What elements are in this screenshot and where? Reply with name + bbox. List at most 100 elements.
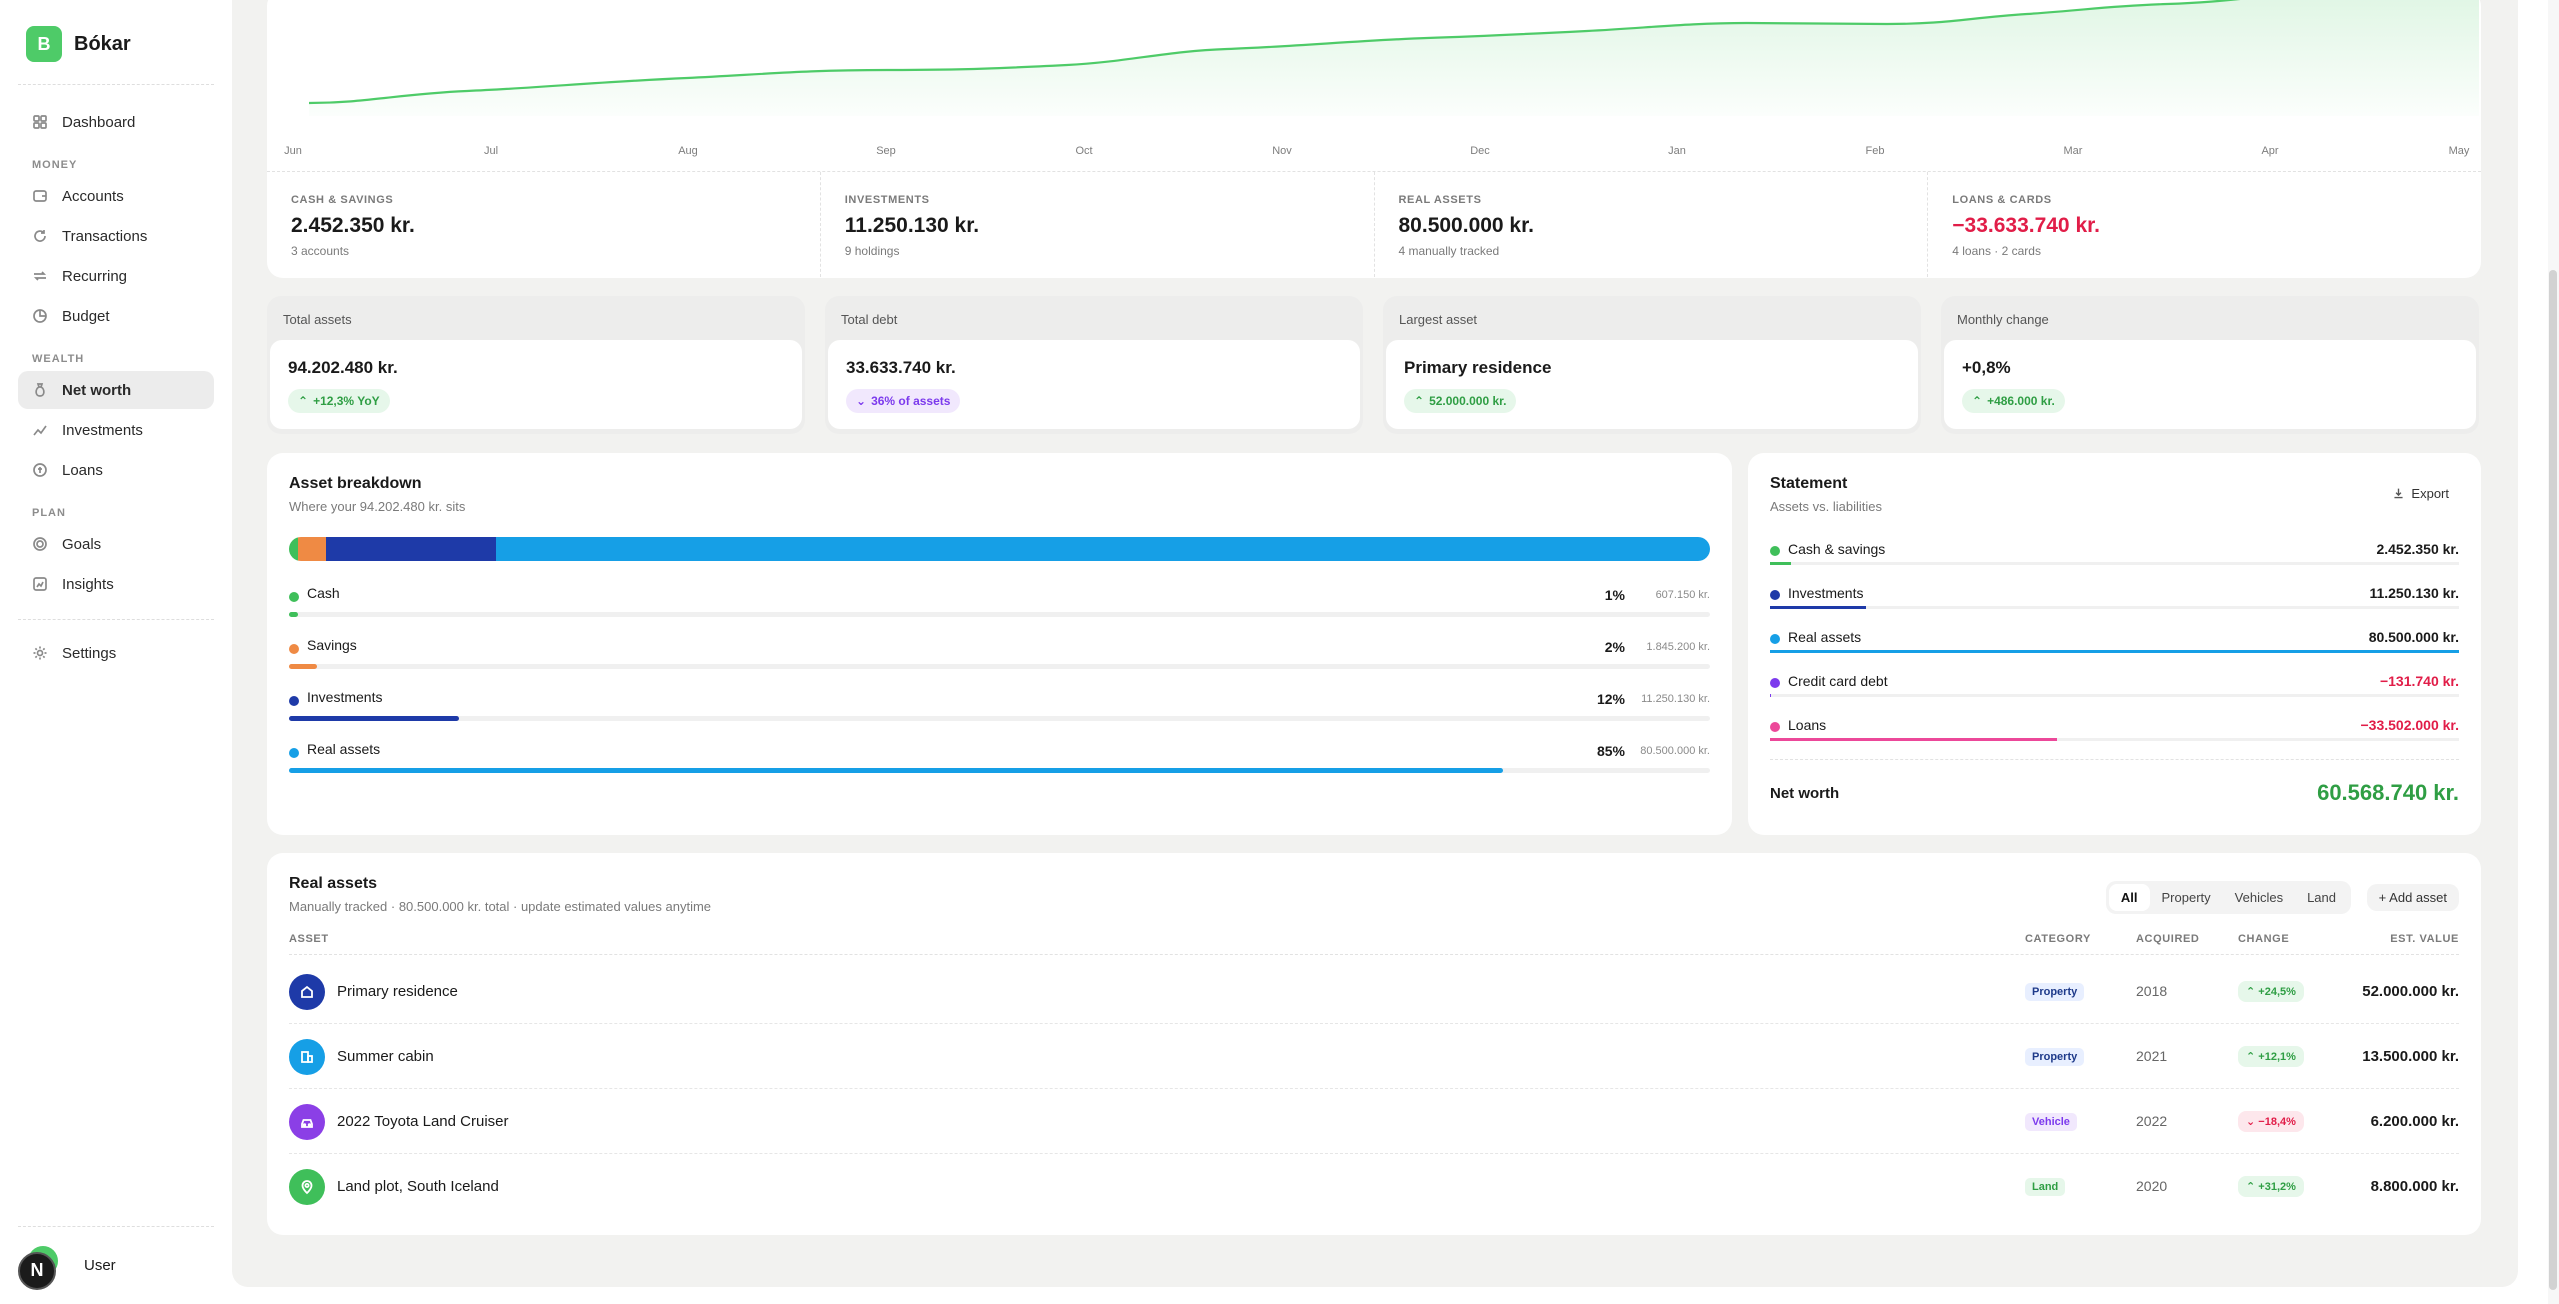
breakdown-percent: 2% — [1604, 639, 1625, 655]
nav-section-money: MONEY — [32, 159, 78, 171]
sidebar-item-label: Transactions — [62, 227, 148, 245]
summary-sub: 4 manually tracked — [1398, 244, 1500, 258]
net-worth-label: Net worth — [1770, 784, 1840, 802]
breakdown-row[interactable]: Investments 12% 11.250.130 kr. — [289, 689, 1710, 729]
sidebar-item-insights[interactable]: Insights — [18, 565, 214, 603]
chevron-up-icon: ⌃ — [298, 394, 309, 408]
kpi-label: Monthly change — [1957, 312, 2049, 327]
x-tick: Jan — [1668, 145, 1686, 157]
sidebar-item-label: Loans — [62, 461, 103, 479]
card-title: Statement — [1770, 475, 1848, 492]
filter-land[interactable]: Land — [2295, 884, 2348, 911]
trend-icon — [33, 425, 47, 436]
export-label: Export — [2411, 486, 2449, 501]
table-row[interactable]: Summer cabin Property 2021 ⌃ +12,1% 13.5… — [289, 1024, 2459, 1089]
summary-label: REAL ASSETS — [1398, 194, 1482, 206]
breakdown-row[interactable]: Real assets 85% 80.500.000 kr. — [289, 741, 1710, 781]
card-title: Asset breakdown — [289, 475, 422, 492]
x-tick: Apr — [2261, 145, 2279, 157]
kpi-label: Largest asset — [1399, 312, 1478, 327]
summary-investments: INVESTMENTS 11.250.130 kr. 9 holdings — [821, 172, 1375, 277]
coin-icon — [33, 463, 47, 477]
add-asset-label: Add asset — [2389, 890, 2447, 905]
table-row[interactable]: Primary residence Property 2018 ⌃ +24,5%… — [289, 959, 2459, 1024]
statement-value: 80.500.000 kr. — [2368, 629, 2459, 645]
scrollbar-thumb[interactable] — [2549, 270, 2557, 1290]
breakdown-name: Investments — [307, 689, 383, 705]
user-menu[interactable]: N User — [18, 1226, 214, 1290]
category-badge: Property — [2025, 983, 2085, 1001]
change-badge: ⌃ +31,2% — [2238, 1176, 2304, 1197]
sidebar-item-transactions[interactable]: Transactions — [18, 217, 214, 255]
statement-row[interactable]: Cash & savings 2.452.350 kr. — [1770, 541, 2459, 585]
filter-vehicles[interactable]: Vehicles — [2223, 884, 2295, 911]
statement-row[interactable]: Real assets 80.500.000 kr. — [1770, 629, 2459, 673]
breakdown-row[interactable]: Savings 2% 1.845.200 kr. — [289, 637, 1710, 677]
summary-sub: 4 loans · 2 cards — [1952, 244, 2041, 258]
real-assets-card: Real assets Manually tracked · 80.500.00… — [267, 853, 2481, 1235]
kpi-body: +0,8% ⌃ +486.000 kr. — [1944, 340, 2476, 429]
sidebar-item-dashboard[interactable]: Dashboard — [18, 103, 214, 141]
sidebar-item-budget[interactable]: Budget — [18, 297, 214, 335]
acquired-year: 2021 — [2136, 1048, 2168, 1064]
statement-row[interactable]: Investments 11.250.130 kr. — [1770, 585, 2459, 629]
column-acquired[interactable]: ACQUIRED — [2136, 933, 2199, 945]
sidebar-item-net-worth[interactable]: Net worth — [18, 371, 214, 409]
x-tick: Aug — [678, 145, 698, 157]
legend-dot — [289, 696, 299, 706]
export-button[interactable]: Export — [2382, 480, 2459, 507]
table-row[interactable]: 2022 Toyota Land Cruiser Vehicle 2022 ⌄ … — [289, 1089, 2459, 1154]
summary-loans-cards: LOANS & CARDS −33.633.740 kr. 4 loans · … — [1928, 172, 2481, 277]
map-pin-icon — [289, 1169, 325, 1205]
statement-row[interactable]: Credit card debt −131.740 kr. — [1770, 673, 2459, 717]
progress-fill — [1770, 606, 1867, 609]
sidebar-item-goals[interactable]: Goals — [18, 525, 214, 563]
sidebar-item-label: Goals — [62, 535, 102, 553]
asset-name: Primary residence — [337, 983, 458, 1000]
x-tick: Dec — [1470, 145, 1490, 157]
summary-value: −33.633.740 kr. — [1952, 214, 2100, 237]
summary-value: 11.250.130 kr. — [844, 214, 980, 237]
sidebar-item-settings[interactable]: Settings — [18, 634, 214, 672]
sidebar-item-investments[interactable]: Investments — [18, 411, 214, 449]
target-icon — [33, 537, 47, 551]
category-filter: All Property Vehicles Land — [2105, 881, 2351, 914]
filter-all[interactable]: All — [2108, 884, 2150, 911]
table-row[interactable]: Land plot, South Iceland Land 2020 ⌃ +31… — [289, 1154, 2459, 1219]
badge-text: 52.000.000 kr. — [1429, 394, 1507, 408]
progress-track — [1770, 606, 2459, 609]
column-change[interactable]: CHANGE — [2238, 933, 2289, 945]
sidebar-item-accounts[interactable]: Accounts — [18, 177, 214, 215]
add-asset-button[interactable]: + Add asset — [2366, 884, 2459, 911]
change-badge: ⌃ +24,5% — [2238, 981, 2304, 1002]
brand[interactable]: B Bókar — [18, 26, 214, 85]
column-asset[interactable]: ASSET — [289, 933, 329, 945]
money-bag-icon — [35, 383, 45, 397]
estimated-value: 8.800.000 kr. — [2370, 1178, 2459, 1195]
chevron-up-icon: ⌃ — [1414, 394, 1425, 408]
progress-fill — [1770, 562, 1791, 565]
sidebar-item-loans[interactable]: Loans — [18, 451, 214, 489]
change-value: +24,5% — [2258, 986, 2296, 998]
change-value: +31,2% — [2258, 1181, 2296, 1193]
statement-row[interactable]: Loans −33.502.000 kr. — [1770, 717, 2459, 761]
column-category[interactable]: CATEGORY — [2025, 933, 2091, 945]
filter-property[interactable]: Property — [2150, 884, 2223, 911]
x-tick: May — [2448, 145, 2470, 157]
breakdown-row[interactable]: Cash 1% 607.150 kr. — [289, 585, 1710, 625]
sidebar-item-label: Accounts — [62, 187, 124, 205]
progress-fill — [1770, 650, 2459, 653]
building-icon — [289, 1039, 325, 1075]
kpi-body: 94.202.480 kr. ⌃ +12,3% YoY — [270, 340, 802, 429]
acquired-year: 2020 — [2136, 1178, 2168, 1194]
column-est-value[interactable]: EST. VALUE — [2390, 933, 2459, 945]
sidebar-item-recurring[interactable]: Recurring — [18, 257, 214, 295]
chart-box-icon — [33, 577, 47, 591]
allocation-segment — [298, 537, 326, 561]
statement-name: Investments — [1788, 585, 1864, 601]
nav-section-plan: PLAN — [32, 507, 66, 519]
statement-name: Loans — [1788, 717, 1827, 733]
trend-area — [309, 0, 2479, 116]
sidebar-item-label: Budget — [62, 307, 110, 325]
x-tick: Feb — [1865, 145, 1885, 157]
